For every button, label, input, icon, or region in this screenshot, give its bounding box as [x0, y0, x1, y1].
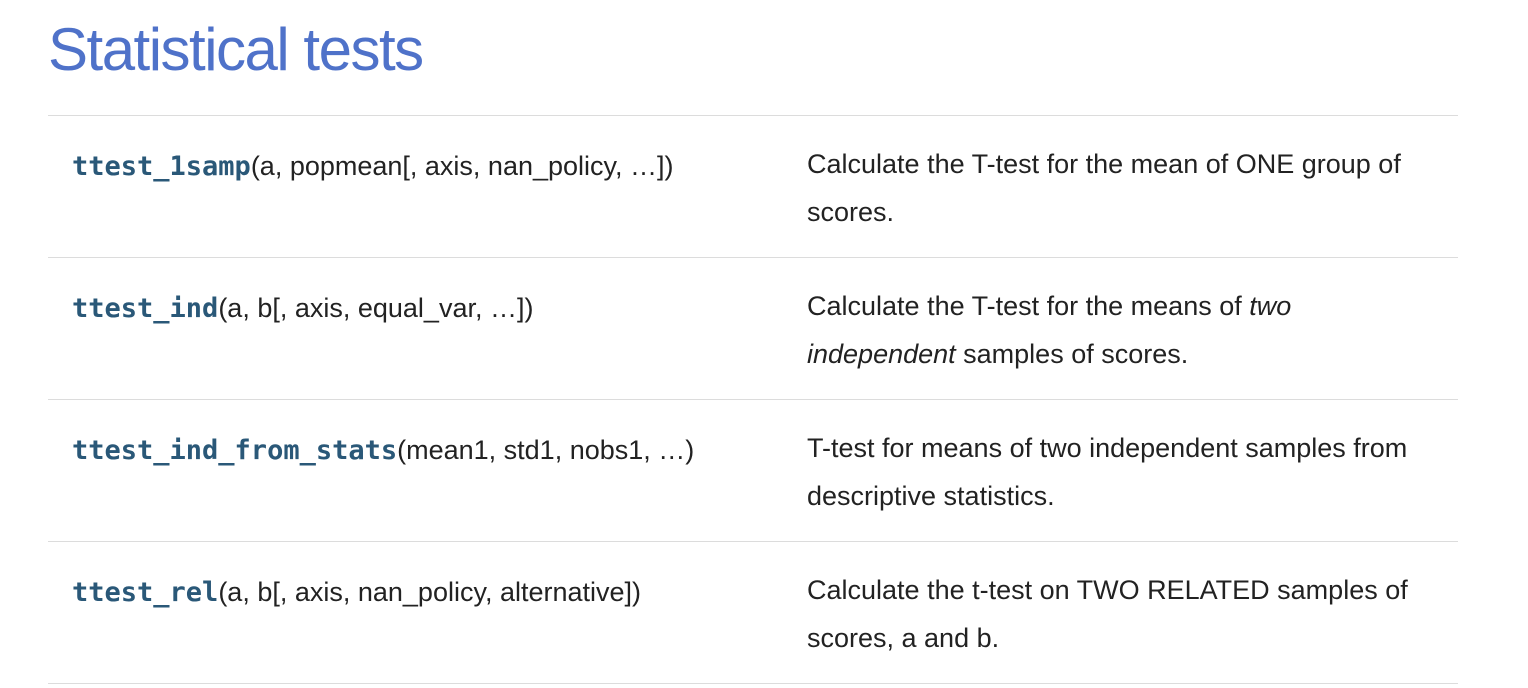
- description-text: T-test for means of two independent samp…: [807, 433, 1408, 511]
- signature-cell: ttest_rel(a, b[, axis, nan_policy, alter…: [48, 541, 807, 684]
- function-args: (a, b[, axis, nan_policy, alternative]): [218, 577, 642, 607]
- signature-cell: ttest_ind(a, b[, axis, equal_var, …]): [48, 257, 807, 400]
- description-text: Calculate the t-test on TWO RELATED samp…: [807, 575, 1408, 653]
- description-text-end: samples of scores.: [955, 339, 1189, 369]
- table-row: ttest_ind(a, b[, axis, equal_var, …]) Ca…: [48, 257, 1458, 400]
- table-row: ttest_ind_from_stats(mean1, std1, nobs1,…: [48, 399, 1458, 542]
- page-title: Statistical tests: [48, 16, 424, 83]
- function-link-ttest-rel[interactable]: ttest_rel: [72, 577, 218, 608]
- description-text: Calculate the T-test for the means of: [807, 291, 1250, 321]
- function-args: (mean1, std1, nobs1, …): [397, 435, 695, 465]
- signature-cell: ttest_1samp(a, popmean[, axis, nan_polic…: [48, 115, 807, 258]
- description-cell: Calculate the T-test for the mean of ONE…: [807, 115, 1458, 258]
- table-row: ttest_1samp(a, popmean[, axis, nan_polic…: [48, 115, 1458, 258]
- signature-cell: ttest_ind_from_stats(mean1, std1, nobs1,…: [48, 399, 807, 542]
- function-table: ttest_1samp(a, popmean[, axis, nan_polic…: [48, 115, 1458, 684]
- description-cell: Calculate the t-test on TWO RELATED samp…: [807, 541, 1458, 684]
- function-link-ttest-1samp[interactable]: ttest_1samp: [72, 151, 251, 182]
- description-cell: T-test for means of two independent samp…: [807, 399, 1458, 542]
- function-link-ttest-ind-from-stats[interactable]: ttest_ind_from_stats: [72, 435, 397, 466]
- description-cell: Calculate the T-test for the means of tw…: [807, 257, 1458, 400]
- function-args: (a, popmean[, axis, nan_policy, …]): [250, 151, 674, 181]
- table-row: ttest_rel(a, b[, axis, nan_policy, alter…: [48, 541, 1458, 684]
- description-text: Calculate the T-test for the mean of ONE…: [807, 149, 1401, 227]
- function-link-ttest-ind[interactable]: ttest_ind: [72, 293, 218, 324]
- function-args: (a, b[, axis, equal_var, …]): [218, 293, 534, 323]
